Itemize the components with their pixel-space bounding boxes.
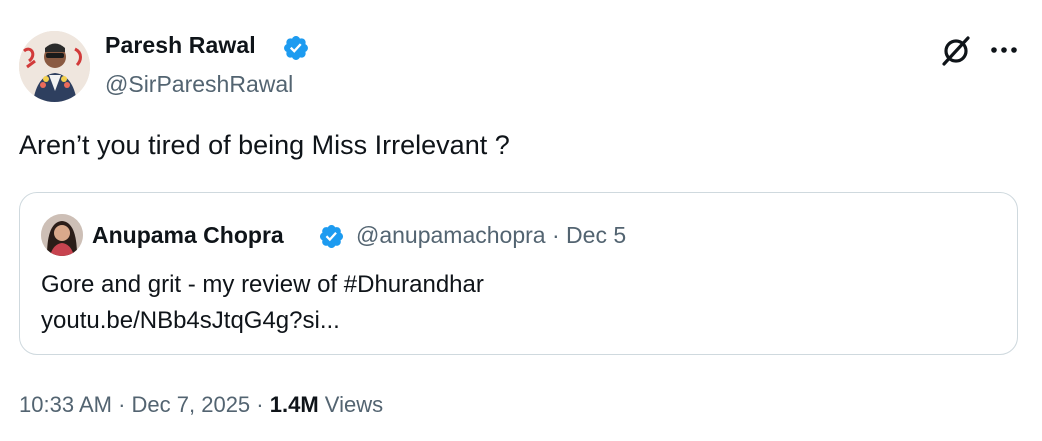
author-avatar[interactable] [19, 31, 90, 102]
footer-separator: · [118, 392, 126, 417]
verified-badge-icon [284, 36, 308, 60]
quoted-tweet-text: Gore and grit - my review of #Dhurandhar… [41, 267, 484, 339]
tweet-time[interactable]: 10:33 AM [19, 392, 112, 417]
quoted-text-line-1: Gore and grit - my review of #Dhurandhar [41, 271, 484, 298]
tweet-text: Aren’t you tired of being Miss Irrelevan… [19, 130, 510, 160]
tweet-footer: 10:33 AM · Dec 7, 2025 · 1.4M Views [19, 392, 383, 418]
tweet-date[interactable]: Dec 7, 2025 [132, 392, 251, 417]
quoted-author-handle[interactable]: @anupamachopra [356, 222, 546, 248]
views-label: Views [324, 392, 384, 417]
quoted-meta-separator: · [551, 222, 560, 248]
quoted-tweet-card[interactable]: Anupama Chopra @anupamachopra · Dec 5 Go… [19, 192, 1018, 355]
quoted-verified-badge-icon [319, 224, 344, 249]
author-avatar-image [19, 31, 90, 102]
author-handle[interactable]: @SirPareshRawal [105, 71, 293, 98]
quoted-date[interactable]: Dec 5 [566, 222, 626, 248]
grok-icon[interactable] [938, 33, 974, 69]
quoted-meta: @anupamachopra · Dec 5 [356, 222, 626, 249]
tweet: Paresh Rawal @SirPareshRawal Aren’t you … [0, 0, 1042, 441]
footer-separator: · [256, 392, 264, 417]
quoted-author-name[interactable]: Anupama Chopra [92, 222, 284, 249]
quoted-author-avatar-image [41, 214, 83, 256]
quoted-author-avatar[interactable] [41, 214, 83, 256]
more-icon[interactable] [985, 36, 1023, 64]
views-count: 1.4M [269, 392, 319, 417]
author-name[interactable]: Paresh Rawal [105, 32, 256, 59]
quoted-text-link[interactable]: youtu.be/NBb4sJtqG4g?si... [41, 303, 484, 339]
